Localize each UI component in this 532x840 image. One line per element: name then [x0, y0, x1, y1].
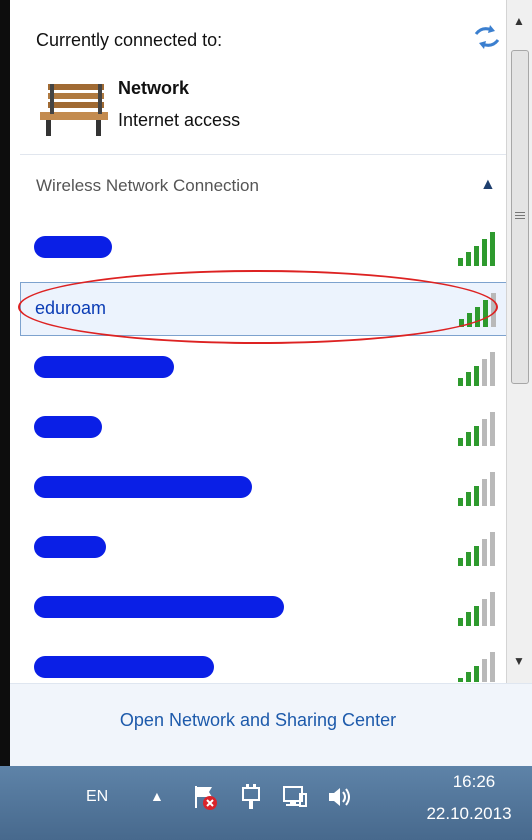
window-border — [0, 0, 10, 766]
scrollbar-thumb[interactable] — [511, 50, 529, 384]
redacted-network-name — [34, 236, 112, 258]
redacted-network-name — [34, 356, 174, 378]
refresh-icon[interactable] — [470, 22, 504, 52]
redacted-network-name — [34, 536, 106, 558]
network-flyout: Currently connected to: Network Internet… — [10, 0, 532, 683]
action-center-flag-icon[interactable] — [190, 782, 220, 812]
signal-strength-icon — [458, 592, 495, 626]
signal-strength-icon — [458, 412, 495, 446]
network-row-6[interactable] — [20, 522, 516, 576]
language-indicator[interactable]: EN — [86, 788, 108, 806]
connected-network-name: Network — [118, 78, 190, 98]
network-list: eduroam — [20, 222, 516, 682]
show-hidden-icons-icon[interactable]: ▲ — [150, 788, 164, 804]
network-row-8[interactable] — [20, 642, 516, 682]
network-row-3[interactable] — [20, 342, 516, 396]
taskbar: EN ▲ 16:26 22.10.2013 — [0, 766, 532, 840]
signal-strength-icon — [458, 532, 495, 566]
redacted-network-name — [34, 656, 214, 678]
scroll-down-arrow-icon[interactable]: ▼ — [513, 654, 525, 668]
connected-network-status: Internet access — [118, 110, 241, 130]
network-row-7[interactable] — [20, 582, 516, 636]
power-plug-icon[interactable] — [236, 782, 266, 812]
clock-time[interactable]: 16:26 — [434, 772, 514, 792]
signal-strength-icon — [458, 352, 495, 386]
clock-date[interactable]: 22.10.2013 — [414, 804, 524, 824]
divider — [20, 154, 516, 155]
network-row-1[interactable] — [20, 222, 516, 276]
flyout-footer: Open Network and Sharing Center — [10, 683, 532, 766]
connected-header: Currently connected to: — [36, 30, 223, 50]
scrollbar[interactable]: ▲ ▼ — [506, 0, 532, 683]
volume-icon[interactable] — [324, 782, 354, 812]
redacted-network-name — [34, 596, 284, 618]
collapse-chevron-icon[interactable]: ▲ — [480, 176, 496, 194]
network-row-eduroam[interactable]: eduroam — [20, 282, 516, 336]
signal-strength-icon — [458, 652, 495, 682]
network-row-4[interactable] — [20, 402, 516, 456]
public-network-bench-icon — [40, 84, 108, 136]
redacted-network-name — [34, 416, 102, 438]
signal-strength-icon — [458, 232, 495, 266]
scrollbar-grip-icon — [515, 212, 525, 219]
redacted-network-name — [34, 476, 252, 498]
network-name: eduroam — [35, 298, 107, 318]
network-tray-icon[interactable] — [280, 782, 310, 812]
network-row-5[interactable] — [20, 462, 516, 516]
signal-strength-icon — [459, 293, 496, 327]
signal-strength-icon — [458, 472, 495, 506]
scroll-up-arrow-icon[interactable]: ▲ — [513, 14, 525, 28]
open-network-sharing-center-link[interactable]: Open Network and Sharing Center — [10, 710, 506, 731]
wireless-section-title: Wireless Network Connection — [36, 176, 259, 195]
